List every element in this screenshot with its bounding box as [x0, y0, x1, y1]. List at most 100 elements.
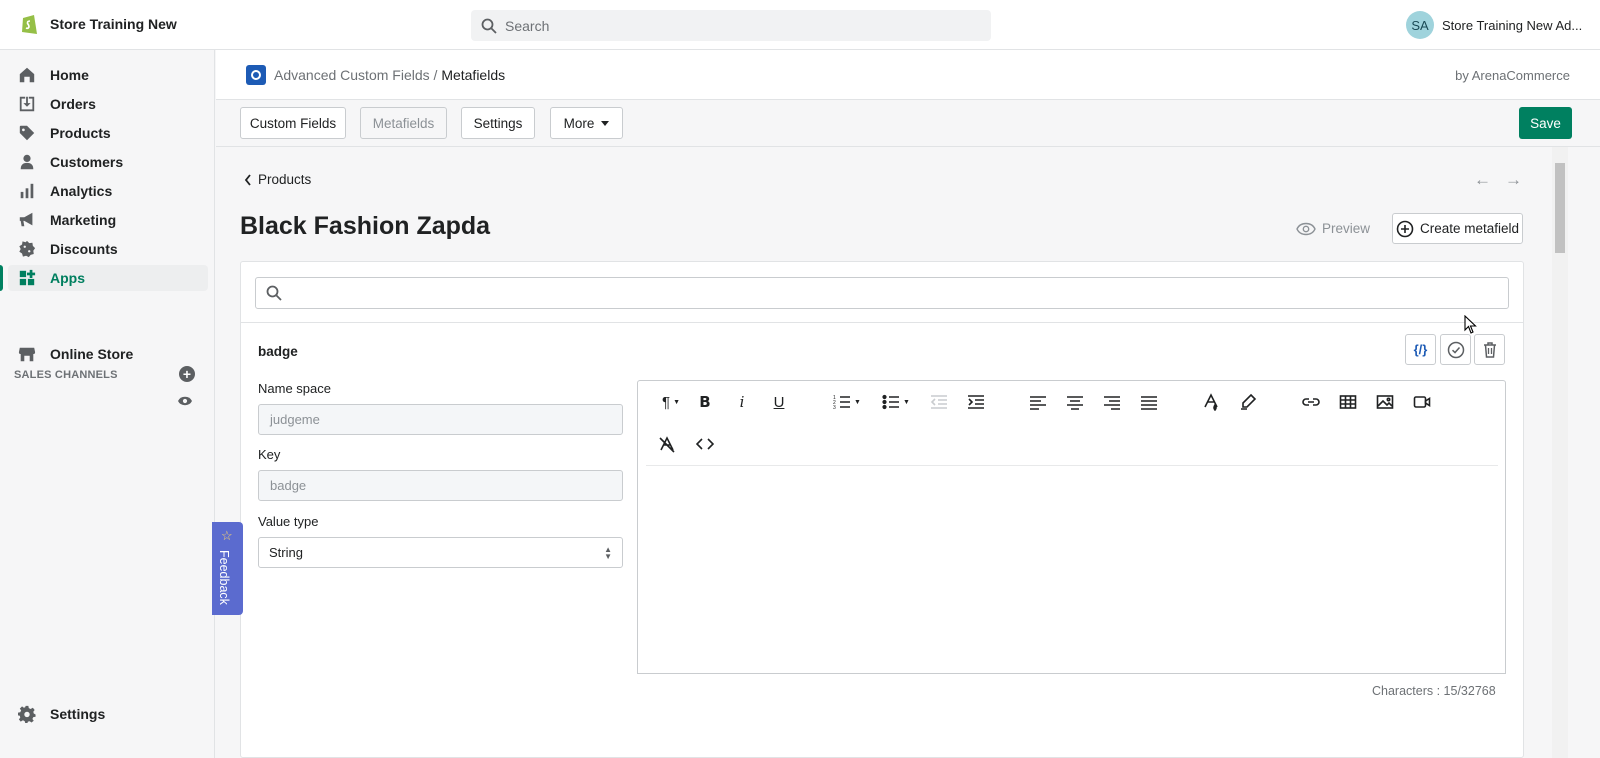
code-braces-icon: {/}	[1413, 342, 1428, 357]
search-placeholder: Search	[505, 17, 550, 34]
megaphone-icon	[19, 212, 33, 227]
editor-content-area[interactable]	[638, 467, 1505, 673]
sidebar-item-apps[interactable]: Apps	[0, 265, 208, 291]
character-count: Characters : 15/32768	[1372, 684, 1496, 698]
sidebar-item-label: Discounts	[50, 241, 118, 257]
highlight-icon[interactable]	[1237, 391, 1259, 413]
sidebar-item-home[interactable]: Home	[8, 62, 208, 88]
page-title: Black Fashion Zapda	[240, 212, 491, 240]
star-icon: ☆	[221, 528, 233, 543]
value-type-label: Value type	[258, 514, 319, 529]
sidebar-item-label: Products	[50, 125, 111, 141]
arrow-left-icon[interactable]: ←	[1474, 170, 1491, 190]
back-link[interactable]: Products	[244, 172, 311, 187]
sidebar-item-customers[interactable]: Customers	[8, 149, 208, 175]
ordered-list-icon[interactable]: 1 2 3 ▼	[830, 391, 864, 413]
scrollbar-thumb[interactable]	[1555, 163, 1565, 253]
delete-button[interactable]	[1474, 334, 1505, 365]
chevron-left-icon	[244, 173, 251, 186]
person-icon	[20, 154, 34, 170]
clear-format-icon[interactable]	[656, 433, 678, 455]
sidebar-item-marketing[interactable]: Marketing	[8, 207, 208, 233]
search-icon	[266, 285, 282, 301]
sidebar-item-orders[interactable]: Orders	[8, 91, 208, 117]
code-view-icon[interactable]	[694, 433, 716, 455]
shopify-logo-icon	[22, 15, 37, 34]
feedback-tab[interactable]: ☆ Feedback	[212, 522, 243, 615]
align-left-icon[interactable]	[1027, 391, 1049, 413]
metafields-card: badge {/} Name space judgeme Key badge V…	[240, 261, 1524, 758]
custom-fields-button[interactable]: Custom Fields	[240, 107, 346, 139]
indent-icon[interactable]	[965, 391, 987, 413]
bar-chart-icon	[20, 183, 34, 199]
sales-channels-heading: SALES CHANNELS	[14, 369, 118, 381]
arrow-right-icon[interactable]: →	[1505, 170, 1522, 190]
breadcrumb-app[interactable]: Advanced Custom Fields	[274, 67, 430, 83]
bullet-list-icon[interactable]: ▼	[879, 391, 913, 413]
scrollbar[interactable]	[1552, 147, 1568, 758]
paragraph-format-icon[interactable]: ¶ ▼	[656, 391, 686, 413]
avatar: SA	[1406, 11, 1434, 39]
preview-button[interactable]: Preview	[1296, 221, 1370, 236]
breadcrumb: Advanced Custom Fields / Metafields	[274, 67, 505, 83]
search-input[interactable]: Search	[471, 10, 991, 41]
sidebar-item-label: Customers	[50, 154, 124, 170]
value-type-select[interactable]: String ▲ ▼	[258, 537, 623, 568]
apps-icon	[19, 269, 36, 286]
more-label: More	[563, 115, 595, 131]
add-sales-channel-icon[interactable]: +	[179, 366, 195, 382]
home-icon	[19, 67, 35, 83]
sidebar-item-discounts[interactable]: Discounts	[8, 236, 208, 262]
sidebar-item-label: Apps	[50, 270, 85, 286]
sidebar-item-products[interactable]: Products	[8, 120, 208, 146]
align-justify-icon[interactable]	[1138, 391, 1160, 413]
select-arrows-icon: ▲ ▼	[604, 545, 612, 561]
metafield-title: badge	[258, 344, 298, 359]
sidebar-item-online-store[interactable]: Online Store	[8, 341, 208, 367]
app-logo-icon	[246, 65, 266, 85]
more-dropdown[interactable]: More	[550, 107, 623, 139]
store-brand[interactable]: Store Training New	[20, 12, 177, 36]
divider	[241, 322, 1523, 323]
sidebar-item-label: Home	[50, 67, 89, 83]
check-button[interactable]	[1440, 334, 1471, 365]
metafields-button[interactable]: Metafields	[360, 107, 447, 139]
link-icon[interactable]	[1300, 391, 1322, 413]
underline-icon[interactable]: U	[768, 391, 790, 413]
align-center-icon[interactable]	[1064, 391, 1086, 413]
namespace-label: Name space	[258, 381, 331, 396]
code-toggle-button[interactable]: {/}	[1405, 334, 1436, 365]
outdent-icon[interactable]	[928, 391, 950, 413]
breadcrumb-current: Metafields	[441, 67, 506, 83]
metafield-search-input[interactable]	[255, 277, 1509, 309]
save-button[interactable]: Save	[1519, 107, 1572, 139]
pagination: ← →	[1474, 170, 1522, 190]
key-label: Key	[258, 447, 281, 462]
video-icon[interactable]	[1411, 391, 1433, 413]
plus-circle-icon	[1396, 220, 1414, 237]
table-icon[interactable]	[1337, 391, 1359, 413]
user-menu[interactable]: SA Store Training New Ad...	[1406, 11, 1582, 39]
image-icon[interactable]	[1374, 391, 1396, 413]
create-metafield-button[interactable]: Create metafield	[1392, 213, 1523, 244]
sidebar-item-settings[interactable]: Settings	[8, 701, 208, 727]
store-icon	[18, 347, 36, 362]
app-author: by ArenaCommerce	[1455, 68, 1570, 83]
tag-icon	[19, 125, 35, 141]
text-color-icon[interactable]	[1200, 391, 1222, 413]
orders-icon	[19, 96, 35, 112]
create-metafield-label: Create metafield	[1419, 221, 1520, 236]
namespace-field[interactable]: judgeme	[258, 404, 623, 435]
italic-icon[interactable]: i	[731, 391, 753, 413]
sidebar-item-label: Online Store	[50, 346, 134, 362]
key-field[interactable]: badge	[258, 470, 623, 501]
sidebar-item-label: Analytics	[50, 183, 113, 199]
sidebar-item-analytics[interactable]: Analytics	[8, 178, 208, 204]
bold-icon[interactable]: B	[694, 391, 716, 413]
eye-icon[interactable]	[178, 395, 192, 407]
mouse-cursor-icon	[1464, 315, 1477, 334]
eye-icon	[1296, 222, 1316, 235]
editor-toolbar-divider	[646, 465, 1498, 466]
align-right-icon[interactable]	[1101, 391, 1123, 413]
settings-button[interactable]: Settings	[461, 107, 535, 139]
